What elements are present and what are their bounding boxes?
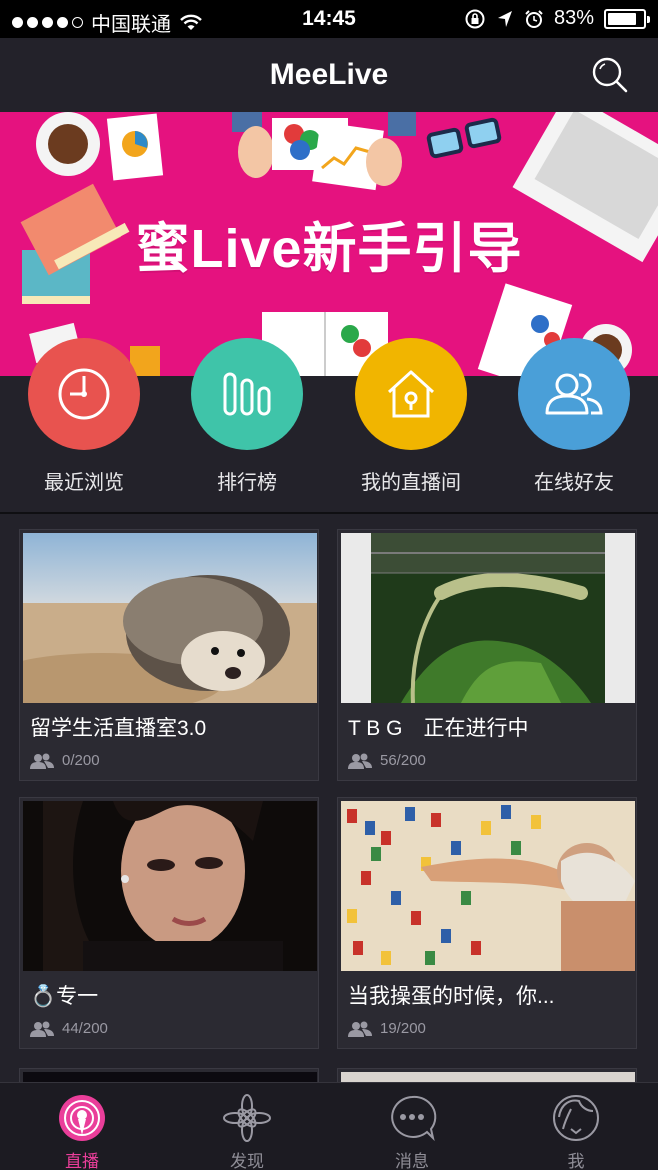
tab-live[interactable]: 直播	[0, 1083, 164, 1170]
section-divider	[0, 512, 658, 514]
rotation-lock-icon	[465, 9, 485, 28]
quick-label-my-room: 我的直播间	[361, 472, 461, 494]
viewer-count-text: 19/200	[380, 1020, 426, 1037]
hedgehog-thumbnail	[23, 533, 317, 703]
live-room-card[interactable]: 💍专一 44/200	[19, 797, 319, 1049]
guide-banner[interactable]: 蜜Live新手引导	[0, 112, 658, 376]
tab-bar: 直播 发现 消息 我	[0, 1082, 658, 1170]
bar-chart-icon	[191, 338, 303, 450]
clock-icon	[28, 338, 140, 450]
live-broadcast-icon	[59, 1095, 105, 1141]
tab-messages[interactable]: 消息	[330, 1083, 494, 1170]
people-icon	[348, 753, 372, 769]
card-title: 💍专一	[30, 985, 99, 1008]
live-room-card-partial[interactable]	[19, 1068, 319, 1083]
viewer-count: 44/200	[30, 1020, 108, 1037]
app-title: MeeLive	[269, 58, 389, 91]
tab-label: 消息	[395, 1152, 429, 1170]
card-title: 留学生活直播室3.0	[30, 717, 207, 740]
flower-icon	[223, 1094, 271, 1142]
live-room-card-partial[interactable]	[337, 1068, 637, 1083]
live-room-card[interactable]: 当我操蛋的时候，你... 19/200	[337, 797, 637, 1049]
live-room-card[interactable]: T B G 正在进行中 56/200	[337, 529, 637, 781]
tab-me[interactable]: 我	[494, 1083, 658, 1170]
viewer-count: 56/200	[348, 752, 426, 769]
house-icon	[355, 338, 467, 450]
profile-face-icon	[553, 1095, 599, 1141]
battery-percent: 83%	[553, 7, 594, 29]
tab-label: 我	[567, 1152, 585, 1170]
people-icon	[30, 1021, 54, 1037]
tab-discover[interactable]: 发现	[165, 1083, 329, 1170]
card-title: 当我操蛋的时候，你...	[348, 985, 555, 1008]
tab-label: 直播	[65, 1152, 99, 1170]
viewer-count: 19/200	[348, 1020, 426, 1037]
quick-label-friends: 在线好友	[534, 472, 614, 494]
tab-label: 发现	[230, 1152, 264, 1170]
viewer-count: 0/200	[30, 752, 100, 769]
quick-label-recent: 最近浏览	[44, 472, 124, 494]
battery-fill	[608, 12, 637, 25]
status-bar: 中国联通 14:45 83%	[0, 0, 658, 38]
live-room-card[interactable]: 留学生活直播室3.0 0/200	[19, 529, 319, 781]
crowd-painting-thumbnail	[341, 801, 635, 971]
people-icon	[348, 1021, 372, 1037]
lizard-thumbnail	[341, 533, 635, 703]
portrait-thumbnail	[23, 801, 317, 971]
viewer-count-text: 56/200	[380, 752, 426, 769]
battery-icon	[604, 8, 650, 29]
quick-label-ranking: 排行榜	[217, 472, 277, 494]
alarm-icon	[525, 9, 543, 28]
viewer-count-text: 0/200	[62, 752, 100, 769]
quick-menu: 最近浏览 排行榜 我的直播间 在线好友	[0, 338, 658, 512]
chat-bubble-icon	[391, 1095, 437, 1142]
location-arrow-icon	[497, 10, 512, 27]
friends-icon	[518, 338, 630, 450]
search-icon[interactable]	[590, 55, 630, 95]
people-icon	[30, 753, 54, 769]
card-title: T B G 正在进行中	[348, 717, 529, 740]
banner-title: 蜜Live新手引导	[135, 219, 523, 279]
nav-bar: MeeLive	[0, 38, 658, 112]
viewer-count-text: 44/200	[62, 1020, 108, 1037]
